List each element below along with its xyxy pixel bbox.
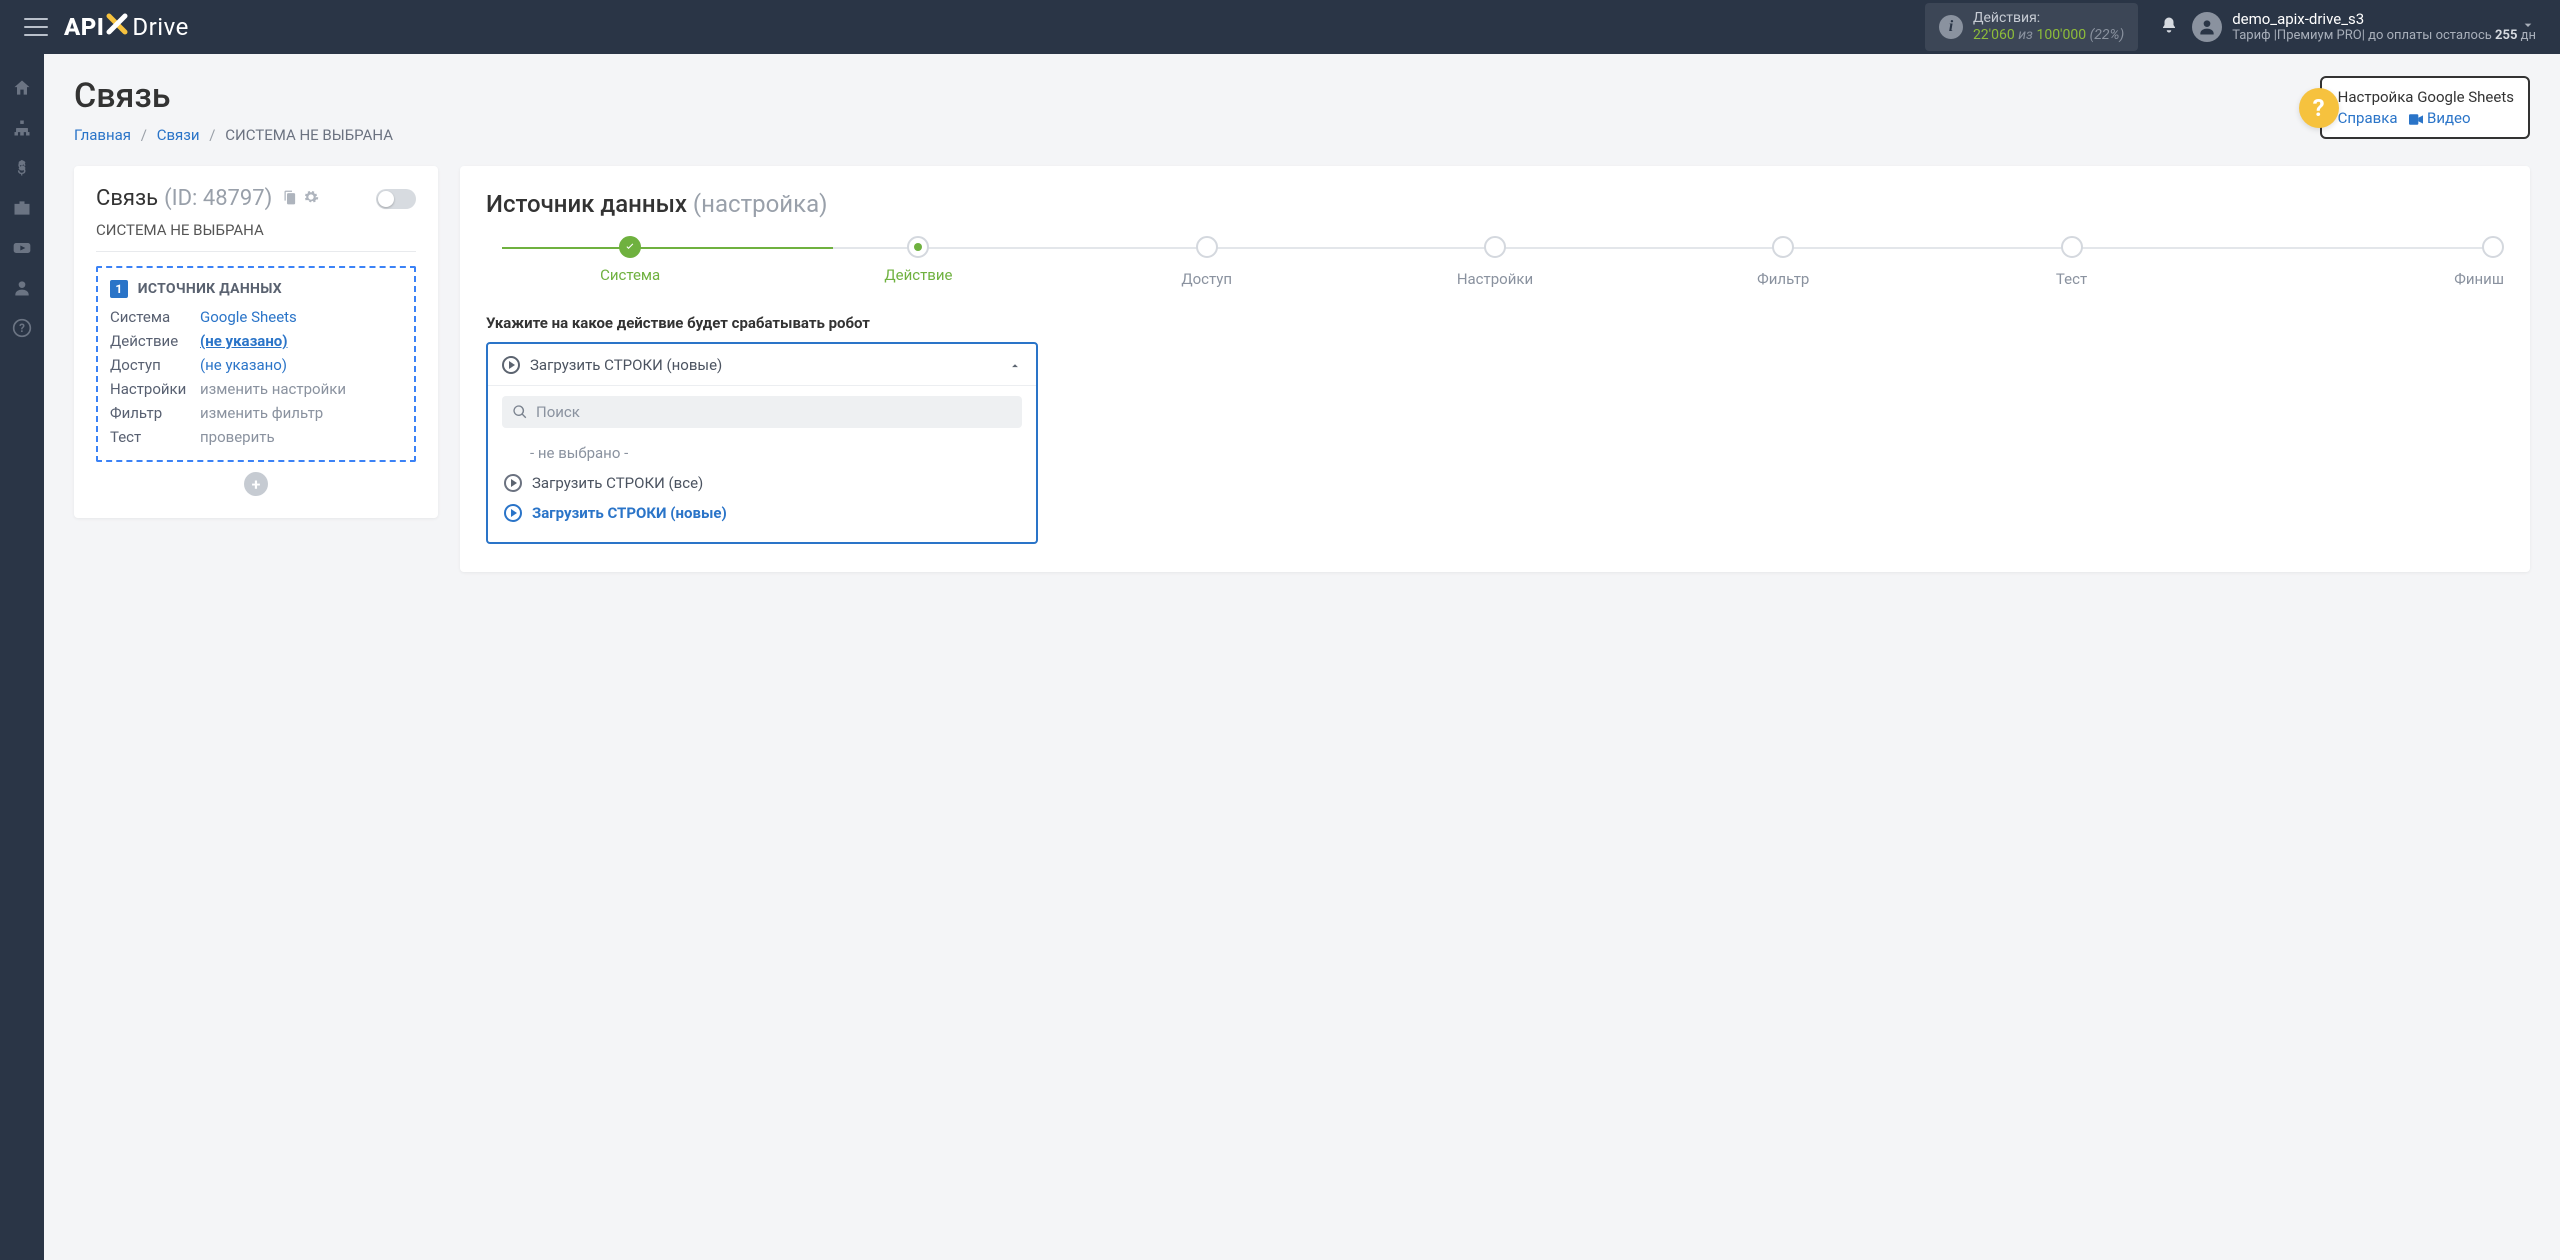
row-system-val[interactable]: Google Sheets xyxy=(200,308,297,326)
search-icon xyxy=(512,404,528,420)
step-test[interactable]: Тест xyxy=(1927,236,2215,288)
form-label: Укажите на какое действие будет срабатыв… xyxy=(486,314,2504,332)
row-settings-key: Настройки xyxy=(110,380,200,398)
topbar: API Drive i Действия: 22'060 из 100'000 … xyxy=(0,0,2560,54)
row-test-val[interactable]: проверить xyxy=(200,428,275,446)
source-settings-card: Источник данных (настройка) Система Дейс… xyxy=(460,166,2530,572)
source-box: 1 ИСТОЧНИК ДАННЫХ Система Google Sheets … xyxy=(96,266,416,462)
breadcrumb-current: СИСТЕМА НЕ ВЫБРАНА xyxy=(225,126,393,144)
help-ref-link[interactable]: Справка xyxy=(2338,109,2398,127)
help-circle-icon[interactable]: ? xyxy=(2299,88,2339,128)
gear-icon[interactable] xyxy=(303,186,319,211)
help-icon[interactable]: ? xyxy=(0,308,44,348)
actions-label: Действия: xyxy=(1973,10,2124,27)
breadcrumb-home[interactable]: Главная xyxy=(74,126,131,144)
chevron-up-icon xyxy=(1008,355,1022,374)
row-system-key: Система xyxy=(110,308,200,326)
user-subtitle: Тариф |Премиум PRO| до оплаты осталось 2… xyxy=(2232,28,2536,44)
video-icon xyxy=(2409,109,2427,127)
logo[interactable]: API Drive xyxy=(64,12,189,42)
search-input[interactable] xyxy=(536,403,1012,421)
select-dropdown: - не выбрано - Загрузить СТРОКИ (все) За… xyxy=(488,385,1036,542)
option-none[interactable]: - не выбрано - xyxy=(502,438,1022,468)
step-finish[interactable]: Финиш xyxy=(2216,236,2504,288)
hamburger-menu[interactable] xyxy=(24,18,48,36)
play-icon xyxy=(502,356,520,374)
breadcrumb-links[interactable]: Связи xyxy=(157,126,200,144)
stepper: Система Действие Доступ Настройки Фильтр… xyxy=(486,236,2504,288)
actions-used: 22'060 xyxy=(1973,27,2015,43)
add-button[interactable]: + xyxy=(244,472,268,496)
copy-icon[interactable] xyxy=(282,186,297,211)
actions-counter[interactable]: i Действия: 22'060 из 100'000 (22%) xyxy=(1925,3,2138,51)
sidebar: $ ? xyxy=(0,54,44,1260)
help-title: Настройка Google Sheets xyxy=(2338,88,2514,106)
system-label: СИСТЕМА НЕ ВЫБРАНА xyxy=(96,221,416,252)
youtube-icon[interactable] xyxy=(0,228,44,268)
source-title: 1 ИСТОЧНИК ДАННЫХ xyxy=(110,280,402,298)
notifications-icon[interactable] xyxy=(2152,16,2186,39)
help-box: ? Настройка Google Sheets Справка Видео xyxy=(2320,76,2530,139)
actions-of: из xyxy=(2018,27,2033,43)
briefcase-icon[interactable] xyxy=(0,188,44,228)
row-action-val[interactable]: (не указано) xyxy=(200,332,288,350)
row-test-key: Тест xyxy=(110,428,200,446)
user-text: demo_apix-drive_s3 Тариф |Премиум PRO| д… xyxy=(2232,10,2536,45)
step-filter[interactable]: Фильтр xyxy=(1639,236,1927,288)
connection-title: Связь xyxy=(96,186,158,211)
option-all[interactable]: Загрузить СТРОКИ (все) xyxy=(502,468,1022,498)
select-value: Загрузить СТРОКИ (новые) xyxy=(530,356,1008,374)
logo-text-api: API xyxy=(64,13,104,41)
source-badge: 1 xyxy=(110,280,128,298)
actions-pct: (22%) xyxy=(2090,27,2125,43)
actions-text: Действия: 22'060 из 100'000 (22%) xyxy=(1973,10,2124,44)
logo-text-drive: Drive xyxy=(132,13,188,41)
help-video-link[interactable]: Видео xyxy=(2427,109,2471,127)
row-access-key: Доступ xyxy=(110,356,200,374)
svg-text:$: $ xyxy=(17,160,26,178)
page-title: Связь xyxy=(74,76,2530,116)
breadcrumb-sep: / xyxy=(209,126,215,144)
play-icon xyxy=(504,504,522,522)
step-access[interactable]: Доступ xyxy=(1063,236,1351,288)
home-icon[interactable] xyxy=(0,68,44,108)
row-settings-val[interactable]: изменить настройки xyxy=(200,380,346,398)
card-title: Источник данных (настройка) xyxy=(486,190,2504,218)
main-content: Связь Главная / Связи / СИСТЕМА НЕ ВЫБРА… xyxy=(44,54,2560,1260)
select-head[interactable]: Загрузить СТРОКИ (новые) xyxy=(488,344,1036,385)
select-search[interactable] xyxy=(502,396,1022,428)
user-icon[interactable] xyxy=(0,268,44,308)
connection-card: Связь (ID: 48797) СИСТЕМА НЕ ВЫБРАНА 1 И… xyxy=(74,166,438,518)
connection-id: (ID: 48797) xyxy=(164,186,272,211)
row-action-key: Действие xyxy=(110,332,200,350)
action-select: Загрузить СТРОКИ (новые) - не выбрано - … xyxy=(486,342,1038,544)
avatar-icon xyxy=(2192,12,2222,42)
row-filter-val[interactable]: изменить фильтр xyxy=(200,404,323,422)
row-access-val[interactable]: (не указано) xyxy=(200,356,287,374)
sitemap-icon[interactable] xyxy=(0,108,44,148)
actions-total: 100'000 xyxy=(2036,27,2086,43)
play-icon xyxy=(504,474,522,492)
step-system[interactable]: Система xyxy=(486,236,774,284)
dollar-icon[interactable]: $ xyxy=(0,148,44,188)
step-settings[interactable]: Настройки xyxy=(1351,236,1639,288)
user-name: demo_apix-drive_s3 xyxy=(2232,10,2536,29)
breadcrumb: Главная / Связи / СИСТЕМА НЕ ВЫБРАНА xyxy=(74,126,2530,144)
logo-x-icon xyxy=(105,12,129,42)
option-new[interactable]: Загрузить СТРОКИ (новые) xyxy=(502,498,1022,528)
row-filter-key: Фильтр xyxy=(110,404,200,422)
step-action[interactable]: Действие xyxy=(774,236,1062,284)
svg-text:?: ? xyxy=(19,321,25,335)
user-menu[interactable]: demo_apix-drive_s3 Тариф |Премиум PRO| д… xyxy=(2192,10,2552,45)
chevron-down-icon[interactable] xyxy=(2520,17,2536,37)
info-icon: i xyxy=(1939,15,1963,39)
breadcrumb-sep: / xyxy=(141,126,147,144)
connection-toggle[interactable] xyxy=(376,189,416,209)
